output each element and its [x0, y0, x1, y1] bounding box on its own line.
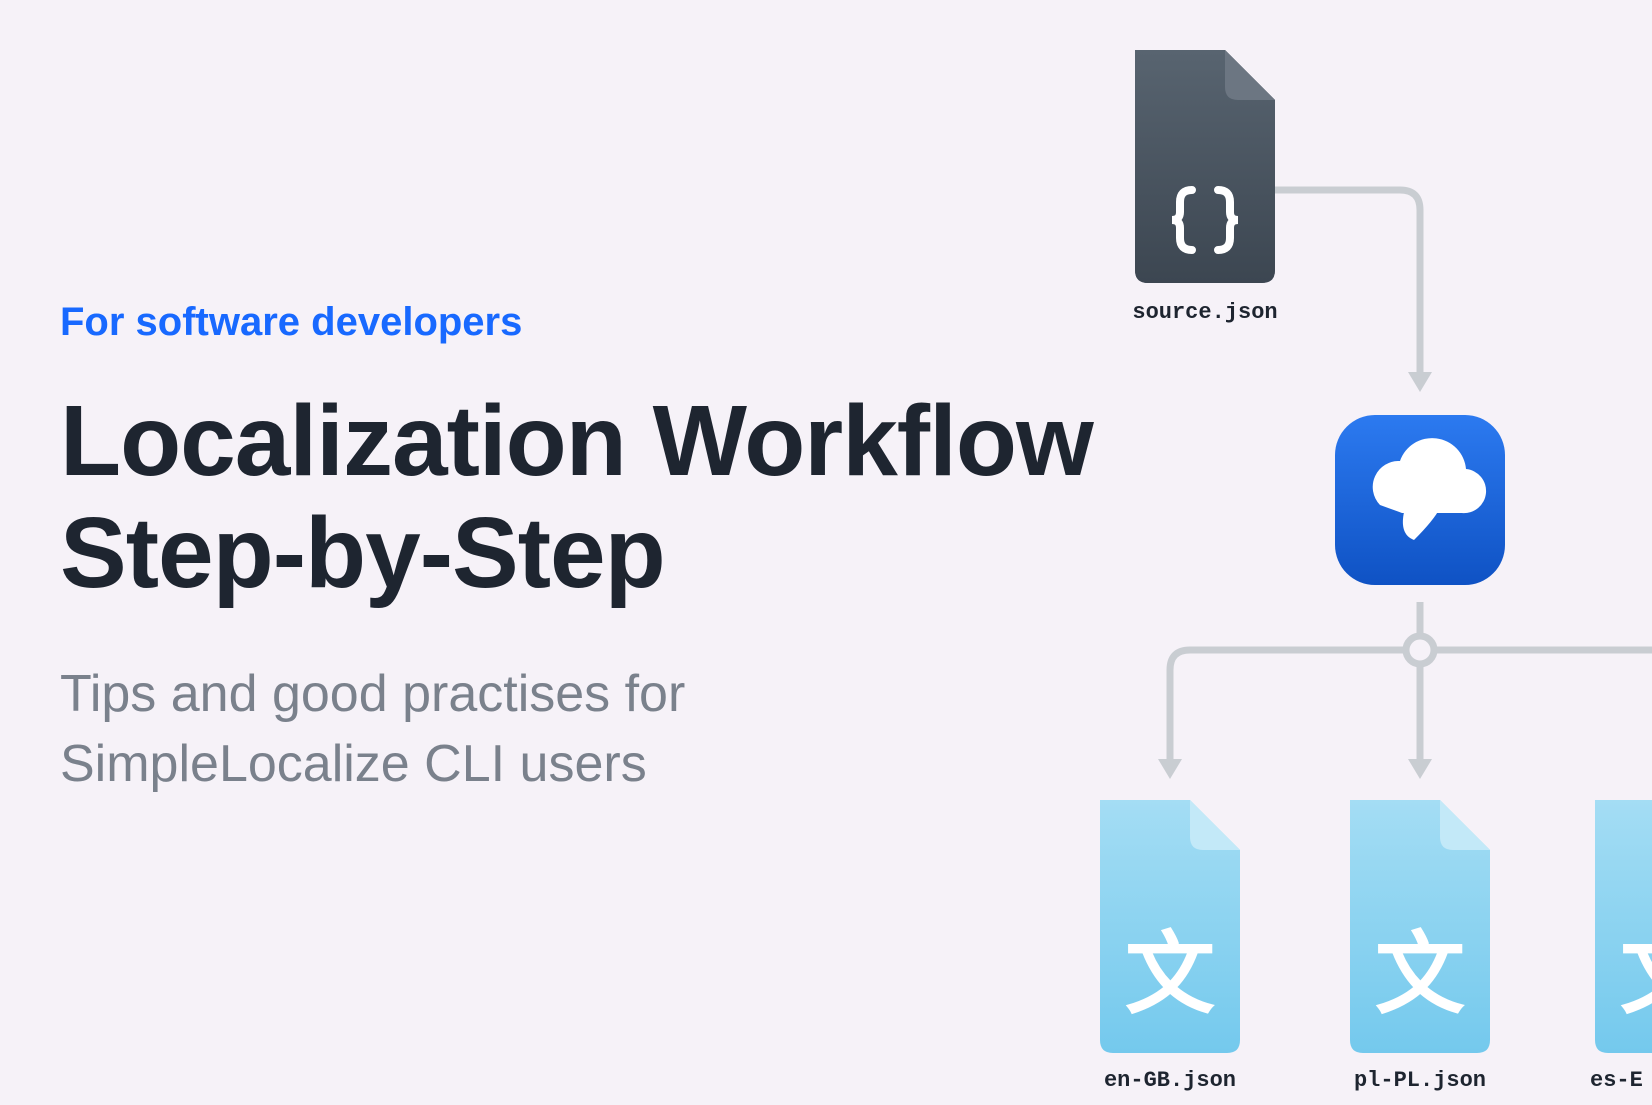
source-file-icon: [1135, 50, 1275, 283]
source-file-label: source.json: [1100, 300, 1310, 325]
title-line-2: Step-by-Step: [60, 497, 665, 609]
subtitle-line-2: SimpleLocalize CLI users: [60, 735, 647, 793]
svg-text:文: 文: [1375, 925, 1465, 1025]
output-file-label-2: es-E: [1590, 1068, 1652, 1093]
output-file-en-gb-icon: 文: [1100, 800, 1240, 1053]
page-subtitle: Tips and good practises for SimpleLocali…: [60, 659, 1120, 799]
output-file-pl-pl-icon: 文: [1350, 800, 1490, 1053]
connector-junction-icon: [1406, 636, 1434, 664]
hero-text-block: For software developers Localization Wor…: [60, 300, 1120, 799]
subtitle-line-1: Tips and good practises for: [60, 665, 685, 723]
connector-source-to-app: [1275, 190, 1432, 392]
output-file-es-e-icon: 文: [1595, 800, 1652, 1053]
svg-text:文: 文: [1620, 925, 1652, 1025]
svg-text:文: 文: [1125, 925, 1215, 1025]
page-title: Localization Workflow Step-by-Step: [60, 385, 1120, 609]
app-tile-icon: [1335, 415, 1505, 585]
title-line-1: Localization Workflow: [60, 385, 1093, 497]
connector-branches: [1158, 650, 1652, 779]
eyebrow-label: For software developers: [60, 300, 1120, 345]
output-file-label-0: en-GB.json: [1090, 1068, 1250, 1093]
output-file-label-1: pl-PL.json: [1340, 1068, 1500, 1093]
